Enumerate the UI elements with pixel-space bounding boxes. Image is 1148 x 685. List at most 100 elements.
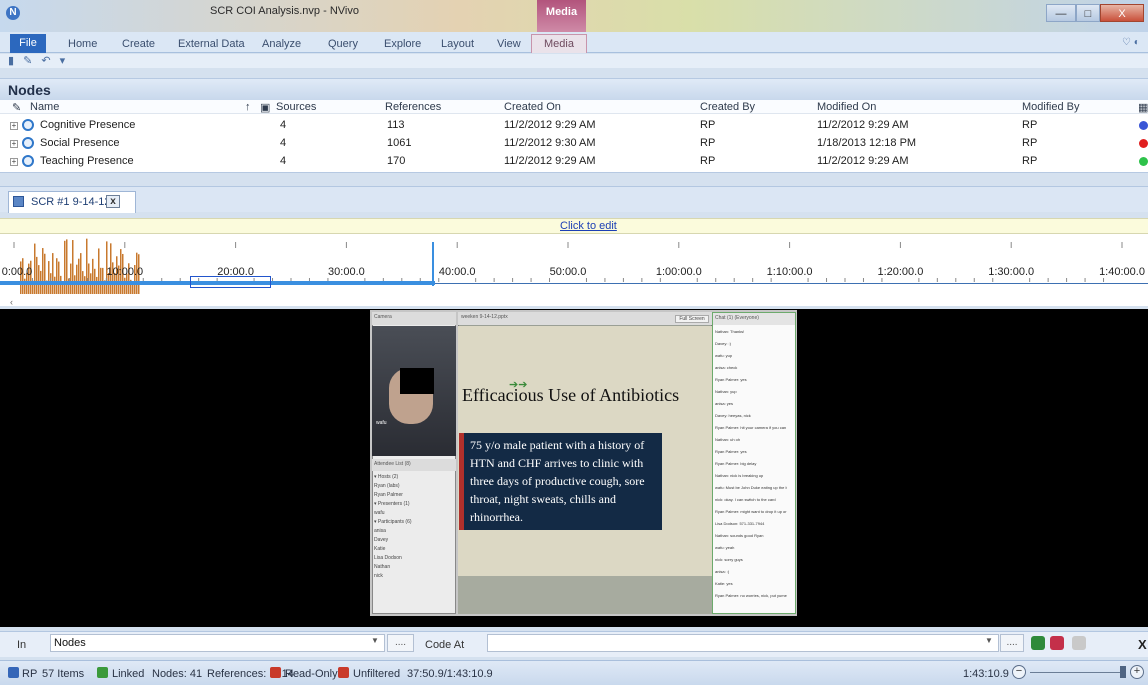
sources-icon: ▣	[260, 102, 271, 114]
timeline-selection[interactable]	[190, 276, 271, 288]
node-sources: 4	[280, 137, 287, 149]
chevron-down-icon[interactable]: ▼	[371, 636, 379, 645]
document-tab-strip	[0, 186, 1148, 212]
column-header-modified-on[interactable]: Modified On	[817, 101, 876, 113]
status-unfiltered: Unfiltered	[353, 668, 401, 680]
timeline-tick-label: 1:10:00.0	[766, 266, 813, 278]
quick-access-toolbar[interactable]: ▮ ✎ ↶ ▾	[0, 54, 1148, 68]
window-controls: — □ X	[1046, 4, 1146, 22]
attendee-item: Ryan Palmer	[374, 492, 403, 498]
click-to-edit-link[interactable]: Click to edit	[560, 220, 617, 232]
tab-home[interactable]: Home	[68, 38, 97, 50]
node-color-dot	[1139, 139, 1148, 148]
node-name: Social Presence	[40, 137, 120, 149]
code-options-icon[interactable]	[1072, 636, 1086, 650]
maximize-button[interactable]: □	[1076, 4, 1100, 22]
column-header-created-by[interactable]: Created By	[700, 101, 755, 113]
table-header-row: ✎ Name ↑ ▣ Sources References Created On…	[0, 100, 1148, 114]
code-icon[interactable]	[1031, 636, 1045, 650]
tab-external-data[interactable]: External Data	[178, 38, 245, 50]
scroll-left-arrow[interactable]: ‹	[10, 297, 13, 307]
zoom-slider-thumb[interactable]	[1120, 666, 1126, 678]
help-icon[interactable]: ♡ ◐	[1122, 37, 1140, 48]
attendee-item: Nathan	[374, 564, 391, 570]
timeline-tick-label: 40:00.0	[438, 266, 476, 278]
in-nodes-select[interactable]: Nodes	[50, 634, 385, 652]
status-read-only: Read-Only	[285, 668, 338, 680]
expand-icon[interactable]: +	[10, 140, 18, 148]
color-column-icon[interactable]: ▦	[1138, 101, 1148, 114]
minimize-button[interactable]: —	[1046, 4, 1076, 22]
sort-icon: ↑	[245, 101, 251, 113]
attendee-item: anisa	[374, 528, 386, 534]
node-color-dot	[1139, 121, 1148, 130]
expand-icon[interactable]: +	[10, 122, 18, 130]
slide-body-text: 75 y/o male patient with a history of HT…	[470, 438, 645, 524]
column-header-modified-by[interactable]: Modified By	[1022, 101, 1079, 113]
status-user: RP	[22, 668, 38, 680]
table-row[interactable]: + Cognitive Presence 4 113 11/2/2012 9:2…	[0, 117, 1148, 134]
browse-button[interactable]: ....	[387, 634, 414, 652]
chat-message: Nathan: sounds good Ryan	[715, 534, 764, 538]
node-references: 113	[387, 119, 405, 131]
close-window-button[interactable]: X	[1100, 4, 1144, 22]
chat-message: anisa: yes	[715, 402, 734, 406]
chevron-down-icon[interactable]: ▼	[985, 636, 993, 645]
node-name: Cognitive Presence	[40, 119, 136, 131]
pin-icon: ✎	[12, 102, 22, 114]
node-modified-by: RP	[1022, 137, 1038, 149]
timeline-tick-label: 50:00.0	[549, 266, 587, 278]
column-header-references[interactable]: References	[385, 101, 441, 113]
timeline-track[interactable]	[435, 283, 1148, 284]
tab-layout[interactable]: Layout	[441, 38, 474, 50]
node-created-on: 11/2/2012 9:30 AM	[504, 137, 596, 149]
node-modified-by: RP	[1022, 155, 1038, 167]
zoom-in-button[interactable]: +	[1130, 665, 1144, 679]
attendee-item: Davey	[374, 537, 389, 543]
chat-message: Davey: heeyas, nick	[715, 414, 751, 418]
playhead-handle[interactable]	[432, 242, 434, 286]
zoom-out-button[interactable]: −	[1012, 665, 1026, 679]
expand-icon[interactable]: +	[10, 158, 18, 166]
timeline-tick-label: 1:40:00.0	[1099, 266, 1145, 278]
chat-message: nick: okay. I can switch to the card	[715, 498, 776, 502]
chat-panel-header: Chat (1) (Everyone)	[713, 313, 795, 325]
uncode-icon[interactable]	[1050, 636, 1064, 650]
node-created-by: RP	[700, 119, 716, 131]
tab-file[interactable]: File	[10, 34, 46, 53]
timeline-tick-label: 10:00.0	[106, 266, 144, 278]
table-row[interactable]: + Social Presence 4 1061 11/2/2012 9:30 …	[0, 135, 1148, 152]
node-created-on: 11/2/2012 9:29 AM	[504, 155, 596, 167]
zoom-slider[interactable]	[1030, 672, 1120, 673]
chat-message: wafu: yeah	[715, 546, 735, 550]
tab-explore[interactable]: Explore	[384, 38, 421, 50]
fullscreen-button: Full Screen	[675, 315, 709, 323]
node-references: 1061	[387, 137, 412, 149]
column-header-sources[interactable]: Sources	[276, 101, 316, 113]
nvivo-window: N SCR COI Analysis.nvp - NVivo Media — □…	[0, 0, 1148, 685]
attendee-item: Katie	[374, 546, 386, 552]
chat-message: wafu: Must be John Duke eating up the ba…	[715, 486, 787, 490]
table-row[interactable]: + Teaching Presence 4 170 11/2/2012 9:29…	[0, 153, 1148, 170]
tab-view[interactable]: View	[497, 38, 521, 50]
tab-query[interactable]: Query	[328, 38, 358, 50]
column-header-name[interactable]: Name	[30, 101, 59, 113]
chat-message: nick: sorry guys	[715, 558, 743, 562]
close-coding-bar-button[interactable]: X	[1138, 637, 1147, 652]
nvivo-app-icon[interactable]: N	[6, 6, 20, 20]
tab-media[interactable]: Media	[531, 34, 587, 53]
close-tab-button[interactable]: x	[106, 195, 120, 208]
nodes-table: ✎ Name ↑ ▣ Sources References Created On…	[0, 100, 1148, 173]
attendee-item: Lisa Dodson	[374, 555, 402, 561]
filter-icon	[338, 667, 349, 678]
chat-message: Nathan: yup	[715, 390, 737, 394]
tab-create[interactable]: Create	[122, 38, 155, 50]
code-at-browse-button[interactable]: ....	[1000, 634, 1024, 652]
tab-analyze[interactable]: Analyze	[262, 38, 301, 50]
code-at-input[interactable]	[487, 634, 999, 652]
attendee-item: Ryan (labs)	[374, 483, 400, 489]
attendee-item: wafu	[374, 510, 385, 516]
timeline-tick-label: 0:00.0	[1, 266, 33, 278]
column-header-created-on[interactable]: Created On	[504, 101, 561, 113]
nodes-panel-title: Nodes	[0, 78, 1148, 100]
